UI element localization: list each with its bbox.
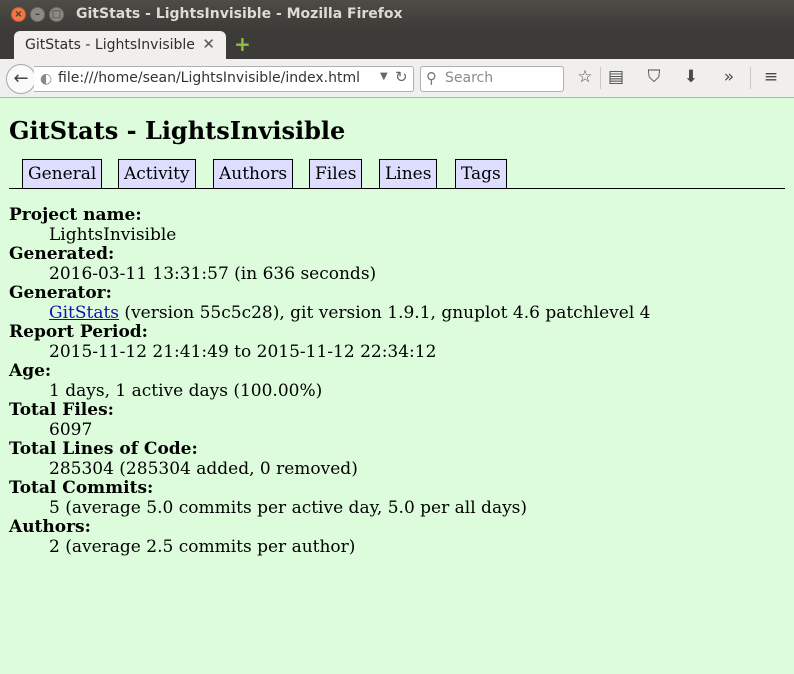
generator-value: GitStats (version 55c5c28), git version … [49,302,651,324]
url-bar[interactable]: ◐ file:///home/sean/LightsInvisible/inde… [34,66,414,92]
browser-tab[interactable]: GitStats - LightsInvisible ✕ [14,31,226,59]
new-tab-button[interactable]: + [234,32,251,56]
toolbar-separator [750,67,751,89]
overflow-chevron-icon[interactable]: » [718,67,740,87]
tab-tags[interactable]: Tags [455,159,507,188]
tab-authors[interactable]: Authors [213,159,294,188]
download-icon[interactable]: ⬇ [680,67,702,87]
tab-lines[interactable]: Lines [379,159,438,188]
history-dropdown-icon[interactable]: ▼ [380,71,388,82]
total-files-label: Total Files: [9,400,114,420]
window-close-button[interactable]: × [11,7,26,22]
globe-icon: ◐ [40,71,53,87]
reading-list-icon[interactable]: ▤ [605,67,627,87]
tab-activity[interactable]: Activity [118,159,196,188]
search-bar[interactable]: ⚲ Search [420,66,564,92]
tab-strip: GitStats - LightsInvisible ✕ + [0,29,794,59]
window-maximize-button[interactable]: □ [49,7,64,22]
page-content: GitStats - LightsInvisible General Activ… [0,98,794,674]
authors-label: Authors: [9,517,91,537]
total-loc-value: 285304 (285304 added, 0 removed) [49,458,358,479]
tab-close-icon[interactable]: ✕ [202,35,215,53]
total-commits-label: Total Commits: [9,478,154,498]
tab-label: GitStats - LightsInvisible [25,37,195,53]
tab-files[interactable]: Files [309,159,363,188]
hamburger-menu-icon[interactable]: ≡ [760,67,782,87]
page-title: GitStats - LightsInvisible [9,116,346,145]
total-commits-value: 5 (average 5.0 commits per active day, 5… [49,497,528,518]
window-title: GitStats - LightsInvisible - Mozilla Fir… [76,6,403,22]
title-bar: × – □ GitStats - LightsInvisible - Mozil… [0,0,794,29]
general-stats-list: Project name: LightsInvisible Generated:… [9,205,651,557]
tab-general[interactable]: General [22,159,103,188]
report-period-value: 2015-11-12 21:41:49 to 2015-11-12 22:34:… [49,341,437,362]
arrow-left-icon: ← [13,68,29,89]
toolbar-separator [600,67,601,89]
report-period-label: Report Period: [9,322,148,342]
age-label: Age: [9,361,52,381]
generator-label: Generator: [9,283,112,303]
search-icon: ⚲ [426,69,437,87]
authors-value: 2 (average 2.5 commits per author) [49,536,356,557]
generated-value: 2016-03-11 13:31:57 (in 636 seconds) [49,263,377,284]
project-name-value: LightsInvisible [49,224,177,245]
search-input[interactable]: Search [445,70,493,86]
back-button[interactable]: ← [6,64,36,94]
navigation-toolbar: ← ◐ file:///home/sean/LightsInvisible/in… [0,59,794,98]
total-loc-label: Total Lines of Code: [9,439,198,459]
project-name-label: Project name: [9,205,142,225]
gitstats-link[interactable]: GitStats [49,303,119,323]
browser-window: × – □ GitStats - LightsInvisible - Mozil… [0,0,794,674]
generated-label: Generated: [9,244,115,264]
report-nav: General Activity Authors Files Lines Tag… [9,158,785,189]
url-text[interactable]: file:///home/sean/LightsInvisible/index.… [58,70,360,86]
reload-icon[interactable]: ↻ [395,68,408,86]
bookmark-star-icon[interactable]: ☆ [574,67,596,87]
generator-version-text: (version 55c5c28), git version 1.9.1, gn… [119,302,651,323]
age-value: 1 days, 1 active days (100.00%) [49,380,323,401]
total-files-value: 6097 [49,419,93,440]
window-minimize-button[interactable]: – [30,7,45,22]
pocket-icon[interactable]: ⛉ [643,67,665,87]
